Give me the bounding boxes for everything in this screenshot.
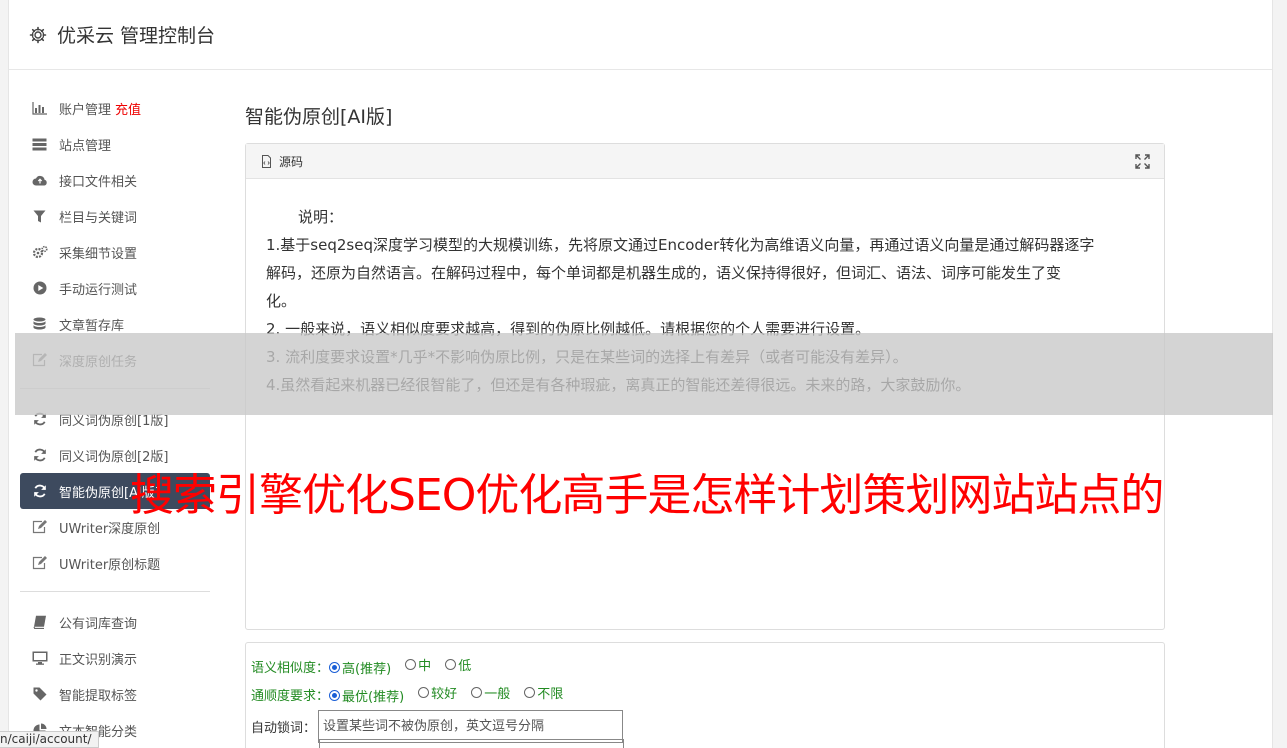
- sidebar-item-label: 智能提取标签: [59, 688, 138, 704]
- notes-heading: 说明：: [298, 208, 344, 226]
- lock-label: 自动锁词：: [251, 720, 317, 736]
- notes-line: 1.基于seq2seq深度学习模型的大规模训练，先将原文通过Encoder转化为…: [266, 236, 1095, 254]
- refresh-icon: [31, 447, 48, 464]
- filter-icon: [31, 208, 48, 225]
- book-icon: [31, 614, 48, 631]
- sidebar-divider: [20, 591, 210, 592]
- radio-label: 高(推荐): [342, 662, 392, 677]
- panel-header-label: 源码: [279, 154, 304, 169]
- edit-icon: [31, 555, 48, 572]
- radio-label: 不限: [537, 687, 564, 702]
- panel-header: 源码: [246, 144, 1164, 179]
- radio-option[interactable]: 一般: [471, 683, 510, 702]
- sidebar-item-label: 公有词库查询: [59, 616, 138, 632]
- sidebar-item[interactable]: 手动运行测试: [20, 270, 210, 306]
- status-url: n/caiji/account/: [0, 731, 99, 748]
- radio-label: 一般: [484, 687, 511, 702]
- top-bar: 优采云 管理控制台: [9, 0, 1272, 70]
- similarity-label: 语义相似度：: [251, 660, 330, 676]
- server-icon: [31, 136, 48, 153]
- refresh-icon: [31, 483, 48, 500]
- sidebar-item-label: 站点管理: [59, 138, 112, 154]
- watermark-text: 搜索引擎优化SEO优化高手是怎样计划策划网站站点的: [130, 470, 1164, 521]
- file-code-icon: [260, 154, 273, 168]
- radio-option[interactable]: 高(推荐): [329, 658, 391, 677]
- sidebar-item[interactable]: UWriter原创标题: [20, 545, 210, 581]
- sidebar-item[interactable]: 接口文件相关: [20, 162, 210, 198]
- notes-line: 解码，还原为自然语言。在解码过程中，每个单词都是机器生成的，语义保持得很好，但词…: [266, 264, 1062, 282]
- notes-line: 化。: [266, 292, 297, 310]
- sidebar-item-label: 正文识别演示: [59, 652, 138, 668]
- sidebar-item[interactable]: 站点管理: [20, 126, 210, 162]
- radio-option[interactable]: 较好: [418, 683, 457, 702]
- lock-words-input[interactable]: [318, 709, 624, 743]
- desktop-icon: [31, 650, 48, 667]
- options-form: 语义相似度： 高(推荐) 中 低 通顺度要求： 最优(推荐) 较好 一般 不限 自动锁词：: [245, 642, 1165, 748]
- sidebar-item[interactable]: 账户管理 充值: [20, 90, 210, 126]
- radio-option[interactable]: 最优(推荐): [329, 686, 404, 705]
- tag-icon: [31, 686, 48, 703]
- radio-option[interactable]: 低: [445, 655, 471, 674]
- sidebar-item-label: 文章暂存库: [59, 318, 125, 334]
- sidebar-item[interactable]: 栏目与关键词: [20, 198, 210, 234]
- radio-circle[interactable]: [471, 687, 483, 698]
- gear-icon: [29, 26, 47, 44]
- fluency-row: 通顺度要求： 最优(推荐) 较好 一般 不限: [251, 680, 1159, 708]
- radio-circle[interactable]: [329, 662, 341, 673]
- radio-circle[interactable]: [405, 659, 417, 670]
- database-icon: [31, 316, 48, 333]
- radio-circle[interactable]: [418, 687, 430, 698]
- radio-label: 最优(推荐): [342, 690, 405, 705]
- radio-circle[interactable]: [524, 687, 536, 698]
- overlay-band: [15, 333, 1273, 415]
- fluency-label: 通顺度要求：: [251, 688, 330, 704]
- sidebar-item-label: 账户管理: [59, 102, 112, 118]
- radio-circle[interactable]: [329, 690, 341, 701]
- sidebar-item-label: 同义词伪原创[2版]: [59, 449, 169, 465]
- sidebar: 账户管理充值站点管理接口文件相关栏目与关键词采集细节设置手动运行测试文章暂存库深…: [20, 90, 210, 748]
- sidebar-item-label: 栏目与关键词: [59, 210, 138, 226]
- app-title: 优采云 管理控制台: [57, 25, 216, 47]
- sidebar-item[interactable]: 正文识别演示: [20, 640, 210, 676]
- sidebar-item-label: 接口文件相关: [59, 174, 138, 190]
- sidebar-item[interactable]: 公有词库查询: [20, 604, 210, 640]
- sidebar-item-label: 采集细节设置: [59, 246, 138, 262]
- sidebar-item-label: UWriter原创标题: [59, 557, 161, 573]
- radio-label: 低: [458, 659, 472, 674]
- radio-label: 中: [418, 659, 432, 674]
- radio-option[interactable]: 中: [405, 655, 431, 674]
- sidebar-item[interactable]: 智能提取标签: [20, 676, 210, 712]
- expand-icon[interactable]: [1135, 154, 1150, 169]
- page-title: 智能伪原创[AI版]: [245, 106, 393, 128]
- play-circle-icon: [31, 280, 48, 297]
- radio-label: 较好: [431, 687, 458, 702]
- radio-circle[interactable]: [445, 659, 457, 670]
- cloud-upload-icon: [31, 172, 48, 189]
- edit-icon: [31, 519, 48, 536]
- similarity-row: 语义相似度： 高(推荐) 中 低: [251, 652, 1159, 680]
- recharge-link[interactable]: 充值: [115, 99, 141, 118]
- bar-chart-icon: [31, 100, 48, 117]
- sidebar-item-label: 手动运行测试: [59, 282, 138, 298]
- secondary-input[interactable]: [319, 739, 624, 748]
- radio-option[interactable]: 不限: [524, 683, 563, 702]
- sidebar-item[interactable]: 采集细节设置: [20, 234, 210, 270]
- cogs-icon: [31, 244, 48, 261]
